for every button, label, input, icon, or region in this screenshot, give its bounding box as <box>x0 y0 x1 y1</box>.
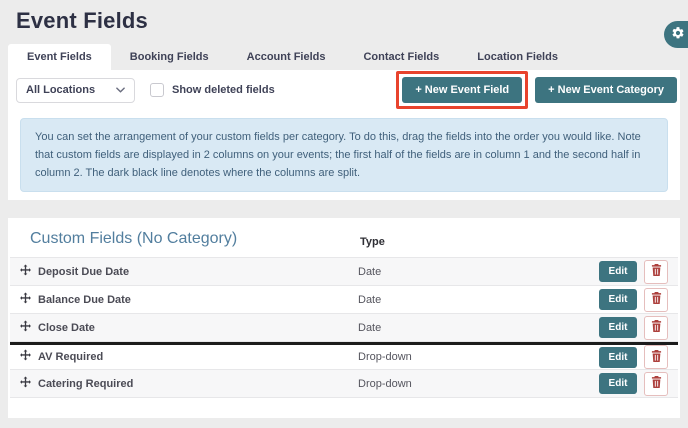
filters-panel: All Locations Show deleted fields + New … <box>8 70 680 200</box>
info-banner: You can set the arrangement of your cust… <box>20 118 668 193</box>
tab-bar: Event Fields Booking Fields Account Fiel… <box>8 44 577 70</box>
edit-button[interactable]: Edit <box>599 373 637 394</box>
custom-fields-table: Deposit Due Date Date Edit Balance Due D… <box>10 257 678 398</box>
field-type: Date <box>358 293 382 306</box>
drag-handle[interactable] <box>18 376 32 392</box>
tab-account-fields[interactable]: Account Fields <box>228 44 345 70</box>
table-row: Deposit Due Date Date Edit <box>10 258 678 286</box>
trash-icon <box>651 320 662 335</box>
drag-handle[interactable] <box>18 264 32 280</box>
location-select-value: All Locations <box>26 84 96 96</box>
tab-contact-fields[interactable]: Contact Fields <box>344 44 458 70</box>
move-icon <box>19 264 32 280</box>
show-deleted-label: Show deleted fields <box>172 84 275 96</box>
trash-icon <box>651 349 662 365</box>
field-name: Balance Due Date <box>38 293 131 306</box>
move-icon <box>19 320 32 336</box>
custom-fields-panel: Custom Fields (No Category) Type Deposit… <box>8 218 680 418</box>
new-event-field-button[interactable]: + New Event Field <box>402 77 523 103</box>
tab-booking-fields[interactable]: Booking Fields <box>111 44 228 70</box>
drag-handle[interactable] <box>18 292 32 308</box>
delete-button[interactable] <box>644 259 668 284</box>
field-type: Date <box>358 265 382 278</box>
delete-button[interactable] <box>644 315 668 340</box>
show-deleted-checkbox[interactable] <box>150 83 164 97</box>
move-icon <box>19 376 32 392</box>
highlight-box: + New Event Field <box>396 71 529 109</box>
page-title: Event Fields <box>16 8 148 33</box>
new-event-category-button[interactable]: + New Event Category <box>535 77 677 103</box>
trash-icon <box>651 376 662 391</box>
edit-button[interactable]: Edit <box>599 346 637 368</box>
tab-location-fields[interactable]: Location Fields <box>458 44 577 70</box>
field-type: Drop-down <box>358 377 412 390</box>
settings-button[interactable] <box>664 21 688 48</box>
edit-button[interactable]: Edit <box>599 289 637 310</box>
field-name: AV Required <box>38 351 104 363</box>
toolbar: All Locations Show deleted fields + New … <box>8 70 680 110</box>
edit-button[interactable]: Edit <box>599 317 637 338</box>
table-row: Catering Required Drop-down Edit <box>10 370 678 398</box>
edit-button[interactable]: Edit <box>599 261 637 282</box>
delete-button[interactable] <box>644 345 668 369</box>
delete-button[interactable] <box>644 371 668 396</box>
move-icon <box>19 292 32 308</box>
field-name: Close Date <box>38 321 95 334</box>
move-icon <box>19 349 32 365</box>
gear-icon <box>671 26 685 43</box>
trash-icon <box>651 292 662 307</box>
table-row: Close Date Date Edit <box>10 314 678 342</box>
table-row: Balance Due Date Date Edit <box>10 286 678 314</box>
type-column-header: Type <box>360 236 385 248</box>
trash-icon <box>651 264 662 279</box>
table-title: Custom Fields (No Category) <box>30 230 238 247</box>
drag-handle[interactable] <box>18 349 32 365</box>
delete-button[interactable] <box>644 287 668 312</box>
tab-event-fields[interactable]: Event Fields <box>8 44 111 70</box>
location-select[interactable]: All Locations <box>16 77 135 103</box>
table-row: AV Required Drop-down Edit <box>10 342 678 370</box>
field-name: Deposit Due Date <box>38 265 130 278</box>
field-name: Catering Required <box>38 377 134 390</box>
show-deleted-control: Show deleted fields <box>150 83 275 97</box>
field-type: Date <box>358 321 382 334</box>
chevron-down-icon <box>116 84 125 96</box>
drag-handle[interactable] <box>18 320 32 336</box>
field-type: Drop-down <box>358 351 412 363</box>
